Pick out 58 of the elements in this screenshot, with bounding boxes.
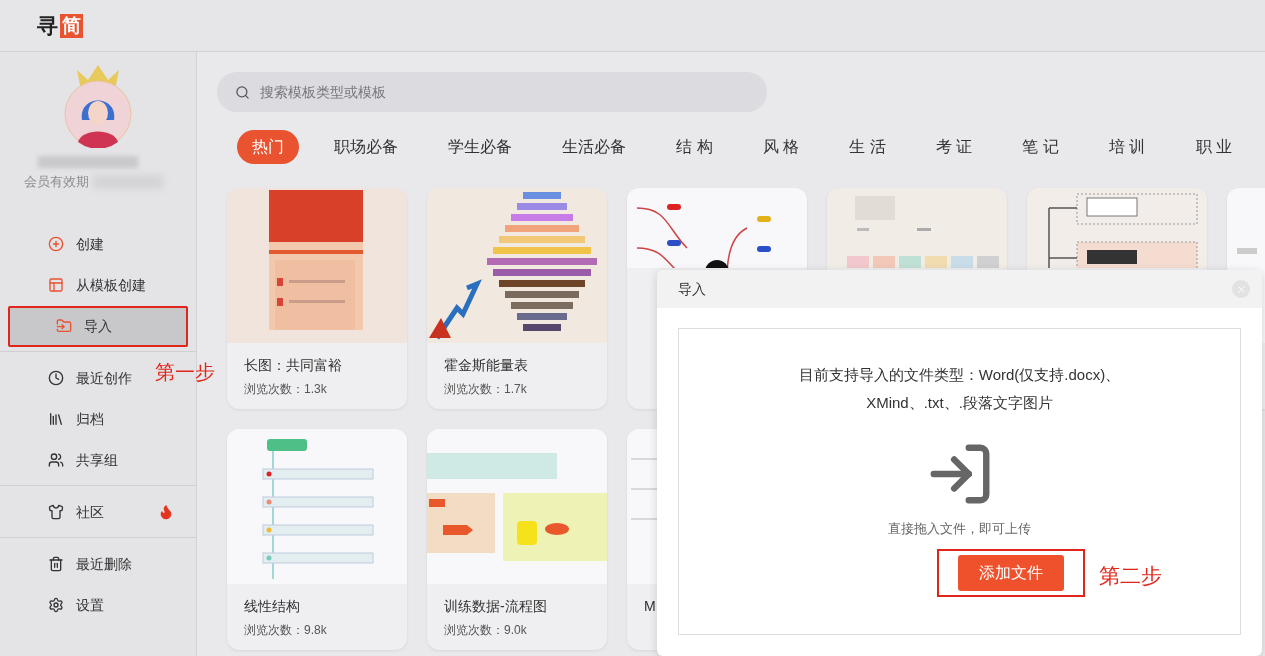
category-tab[interactable]: 培 训 [1093,130,1161,164]
plus-circle-icon [48,236,64,252]
card-title: 线性结构 [244,597,301,616]
step-annotation: 第二步 [1099,562,1162,589]
card-title: 长图：共同富裕 [244,356,343,375]
close-icon [1235,283,1247,295]
view-count: 浏览次数：1.7k [444,381,528,398]
nav-item[interactable]: 社区 [0,491,196,533]
nav-item[interactable]: 最近创作 [0,357,136,399]
layout-icon [48,277,64,293]
card-title: 霍金斯能量表 [444,356,529,375]
supported-types-text: 目前支持导入的文件类型：Word(仅支持.docx)、XMind、.txt、.段落文字图片 [797,365,1122,413]
logo-badge: 简 [60,13,83,38]
dialog-title: 导入 [678,279,706,299]
folder-icon [56,318,72,334]
category-tab[interactable]: 生活必备 [547,130,642,164]
drop-zone[interactable]: 目前支持导入的文件类型：Word(仅支持.docx)、XMind、.txt、.段落文字图片 直接拖入文件，即可上传 添加文件 第二步 [678,328,1241,635]
category-tab[interactable]: 热门 [237,130,299,164]
card-title: M [644,597,657,616]
template-card[interactable]: 长图：共同富裕 浏览次数：1.3k [227,188,407,409]
category-tab[interactable]: 风 格 [747,130,815,164]
books-icon [48,411,64,427]
logo-mark: 寻 [37,12,58,39]
category-tab[interactable]: 职 业 [1180,130,1247,164]
nav-item[interactable]: 设置 [0,584,108,626]
drop-hint: 直接拖入文件，即可上传 [888,520,1031,538]
nav-item[interactable]: 归档 [0,398,108,440]
nav-item[interactable]: 创建 [0,223,108,265]
settings-icon [48,597,64,613]
category-tab[interactable]: 结 构 [661,130,728,164]
nav-item[interactable]: 最近删除 [0,543,136,585]
search-bar[interactable]: 搜索模板类型或模板 [217,72,767,112]
template-card[interactable]: 训练数据-流程图 浏览次数：9.0k [427,429,607,650]
category-tab[interactable]: 职场必备 [319,130,414,164]
nav-item[interactable]: 共享组 [0,439,122,481]
category-tab[interactable]: 生 活 [834,130,901,164]
step-annotation: 第一步 [155,360,215,385]
category-tab[interactable]: 笔 记 [1007,130,1074,164]
trash-icon [48,556,64,572]
view-count: 浏览次数：9.8k [244,622,328,639]
template-card[interactable]: 线性结构 浏览次数：9.8k [227,429,407,650]
shirt-icon [48,504,64,520]
view-count: 浏览次数：1.3k [244,381,328,398]
category-tab[interactable]: 学生必备 [433,130,528,164]
nav-item[interactable]: 从模板创建 [0,264,150,306]
avatar [64,80,132,148]
search-field[interactable]: 搜索模板类型或模板 [260,81,767,103]
category-tab[interactable]: 考 证 [920,130,988,164]
card-title: 训练数据-流程图 [444,597,548,616]
template-card[interactable]: 霍金斯能量表 浏览次数：1.7k [427,188,607,409]
clock-icon [48,370,64,386]
add-file-button[interactable]: 添加文件 [958,554,1064,591]
view-count: 浏览次数：9.0k [444,622,528,639]
nav-item[interactable]: 导入 [8,305,188,347]
search-icon [235,84,250,100]
close-button[interactable] [1232,280,1250,298]
people-icon [48,452,64,468]
membership-label: 会员有效期 [24,173,89,191]
